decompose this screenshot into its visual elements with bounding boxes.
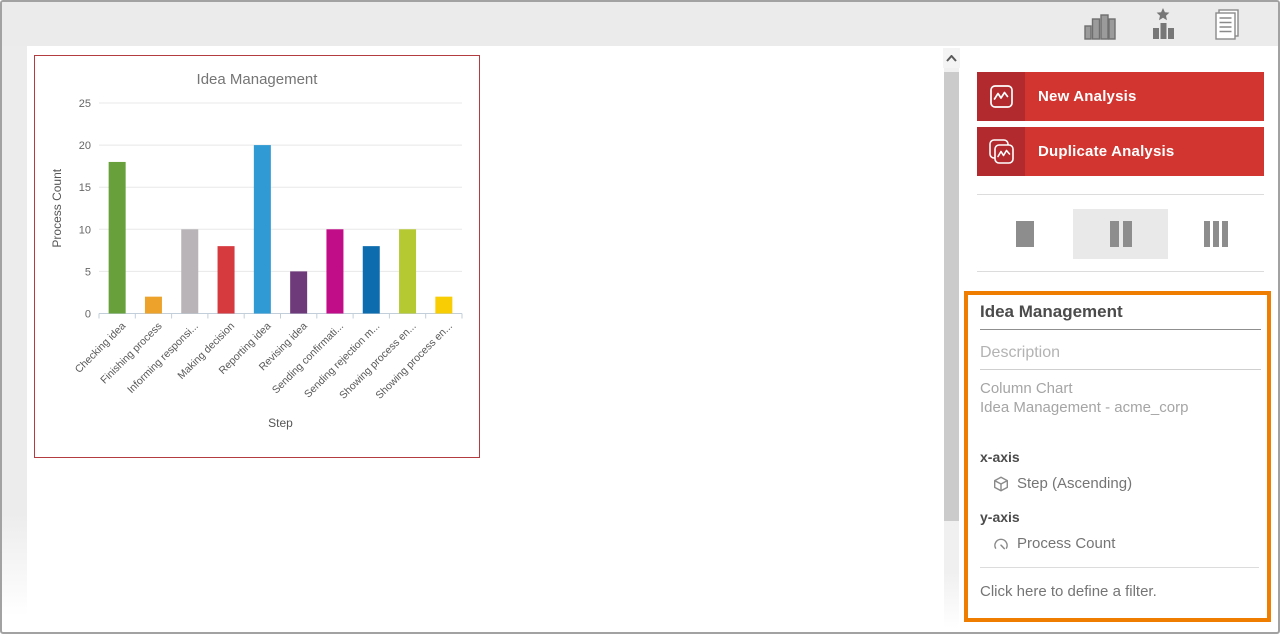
new-analysis-chart-icon [977,72,1025,121]
reports-icon[interactable] [1206,5,1248,43]
x-category-label: Finishing process [98,320,164,386]
bar[interactable] [362,246,380,314]
dimension-cube-icon [994,476,1008,491]
y-axis-title: Process Count [50,168,64,247]
analysis-chart-card[interactable]: 0 5 10 15 20 25 Checking idea Finishing process… [34,55,480,458]
define-filter-link[interactable]: Click here to define a filter. [980,583,1261,600]
bar[interactable] [217,246,235,314]
y-tick-label: 25 [79,98,91,110]
y-axis-value: Process Count [1017,535,1116,552]
app-window: 0 5 10 15 20 25 Checking idea Finishing process… [0,0,1280,634]
x-axis-value: Step (Ascending) [1017,475,1133,492]
bar[interactable] [326,229,344,314]
x-axis-heading: x-axis [980,449,1020,465]
duplicate-analysis-label: Duplicate Analysis [1038,143,1175,160]
bar[interactable] [290,271,308,314]
duplicate-analysis-button[interactable]: Duplicate Analysis [977,127,1264,176]
three-column-layout-button[interactable] [1168,209,1264,259]
chart-type-text: Column Chart [980,380,1073,397]
bar[interactable] [108,161,126,314]
duplicate-analysis-icon [977,127,1025,176]
new-analysis-label: New Analysis [1038,88,1137,105]
x-axis-dimension-row[interactable]: Step (Ascending) [993,475,1261,492]
data-source-text: Idea Management - acme_corp [980,399,1189,416]
y-tick-label: 10 [79,224,91,236]
three-column-layout-icon [1204,221,1229,247]
x-axis-title: Step [268,416,293,430]
left-edge-strip [2,46,27,616]
chart-title: Idea Management [197,71,319,88]
bar[interactable] [253,145,271,314]
y-tick-label: 5 [85,266,91,278]
scrollbar-thumb[interactable] [944,72,959,521]
one-column-layout-icon [1015,221,1034,247]
two-column-layout-icon [1109,221,1132,247]
bar[interactable] [435,296,453,314]
analysis-settings-panel: Idea Management Description Column Chart… [964,291,1271,622]
bar[interactable] [144,296,162,314]
y-axis-measure-row[interactable]: Process Count [993,535,1261,552]
description-field[interactable]: Description [980,344,1261,370]
y-axis-heading: y-axis [980,509,1020,525]
column-chart: 0510152025Checking ideaFinishing process… [50,71,463,430]
one-column-layout-button[interactable] [977,209,1073,259]
analyses-charts-icon[interactable] [1078,5,1120,43]
analysis-title-field[interactable]: Idea Management [980,302,1261,330]
scroll-up-arrow-icon[interactable] [943,48,960,68]
vertical-scrollbar[interactable] [943,48,960,632]
y-tick-label: 0 [85,309,91,321]
measure-gauge-icon [994,538,1008,549]
bar[interactable] [399,229,417,314]
chart-meta: Column Chart Idea Management - acme_corp [980,379,1261,417]
bar[interactable] [181,229,199,314]
layout-toggle-group [977,209,1264,259]
y-tick-label: 20 [79,140,91,152]
new-analysis-button[interactable]: New Analysis [977,72,1264,121]
two-column-layout-button[interactable] [1072,209,1169,259]
top-bar [2,2,1278,46]
sidebar-divider-bottom [977,271,1264,272]
panel-divider [980,567,1259,568]
y-tick-label: 15 [79,182,91,194]
sidebar-divider-top [977,194,1264,195]
favorite-analysis-icon[interactable] [1142,5,1184,43]
